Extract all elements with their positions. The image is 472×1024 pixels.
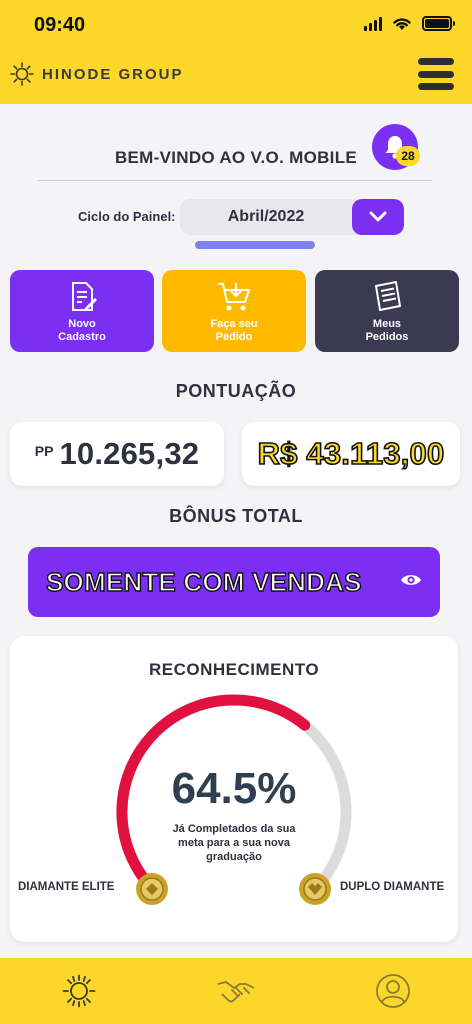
- points-title: PONTUAÇÃO: [175, 381, 297, 401]
- money-value: R$ 43.113,00: [257, 435, 445, 472]
- cycle-label: Ciclo do Painel:: [78, 209, 176, 224]
- my-orders-button[interactable]: Meus Pedidos: [315, 270, 459, 352]
- menu-button[interactable]: [418, 58, 454, 90]
- sun-logo-icon: [10, 62, 34, 86]
- battery-icon: [422, 16, 455, 31]
- sun-logo-icon: [62, 974, 96, 1008]
- next-rank-label: DUPLO DIAMANTE: [340, 881, 445, 893]
- bonus-value: SOMENTE COM VENDAS: [45, 566, 362, 597]
- action-label: Pedidos: [365, 331, 409, 343]
- wifi-icon: [393, 18, 411, 30]
- recognition-card: RECONHECIMENTO 64.5% Já Completados da s…: [10, 636, 458, 942]
- brand: HINODE GROUP: [10, 62, 184, 86]
- cycle-dropdown-button[interactable]: [352, 199, 404, 235]
- cycle-value: Abril/2022: [227, 208, 305, 225]
- new-registration-button[interactable]: Novo Cadastro: [10, 270, 154, 352]
- document-edit-icon: [72, 282, 97, 311]
- status-icons: [364, 16, 455, 31]
- medal-icon: [136, 873, 168, 905]
- pp-value: 10.265,32: [59, 436, 200, 471]
- progress-percent: 64.5%: [171, 764, 297, 813]
- eye-icon[interactable]: [400, 572, 422, 593]
- nav-partners[interactable]: [211, 966, 261, 1016]
- medal-icon: [299, 873, 331, 905]
- current-rank-label: DIAMANTE ELITE: [18, 881, 115, 893]
- action-label: Novo: [68, 318, 96, 330]
- bonus-panel: SOMENTE COM VENDAS: [28, 547, 440, 617]
- cart-icon: [218, 283, 250, 311]
- progress-description: Já Completados da sua meta para a sua no…: [172, 823, 296, 863]
- cycle-select[interactable]: Abril/2022: [180, 199, 404, 235]
- user-icon: [376, 974, 411, 1008]
- nav-profile[interactable]: [368, 966, 418, 1016]
- bottom-nav: [0, 958, 472, 1024]
- menu-bar: [418, 70, 454, 78]
- chevron-down-icon: [369, 211, 387, 222]
- app-header: 09:40 HINODE GROUP: [0, 0, 472, 104]
- status-time: 09:40: [34, 14, 86, 36]
- signal-icon: [364, 16, 382, 31]
- money-score-card: R$ 43.113,00: [242, 422, 460, 486]
- action-label: Cadastro: [58, 331, 106, 343]
- menu-bar: [418, 58, 454, 65]
- action-label: Pedido: [215, 331, 253, 343]
- notification-count-badge: 28: [396, 146, 420, 166]
- bonus-title: BÔNUS TOTAL: [169, 506, 303, 526]
- pp-prefix: PP: [34, 443, 54, 459]
- place-order-button[interactable]: Faça seu Pedido: [162, 270, 306, 352]
- handshake-icon: [217, 981, 255, 1003]
- cycle-underline: [195, 241, 315, 249]
- action-label: Meus: [372, 318, 402, 330]
- nav-home[interactable]: [54, 966, 104, 1016]
- divider: [38, 180, 432, 181]
- brand-name: HINODE GROUP: [42, 65, 184, 83]
- checklist-icon: [375, 281, 401, 311]
- action-label: Faça seu: [210, 318, 258, 330]
- menu-bar: [418, 83, 454, 90]
- pp-score-card: PP 10.265,32: [10, 422, 224, 486]
